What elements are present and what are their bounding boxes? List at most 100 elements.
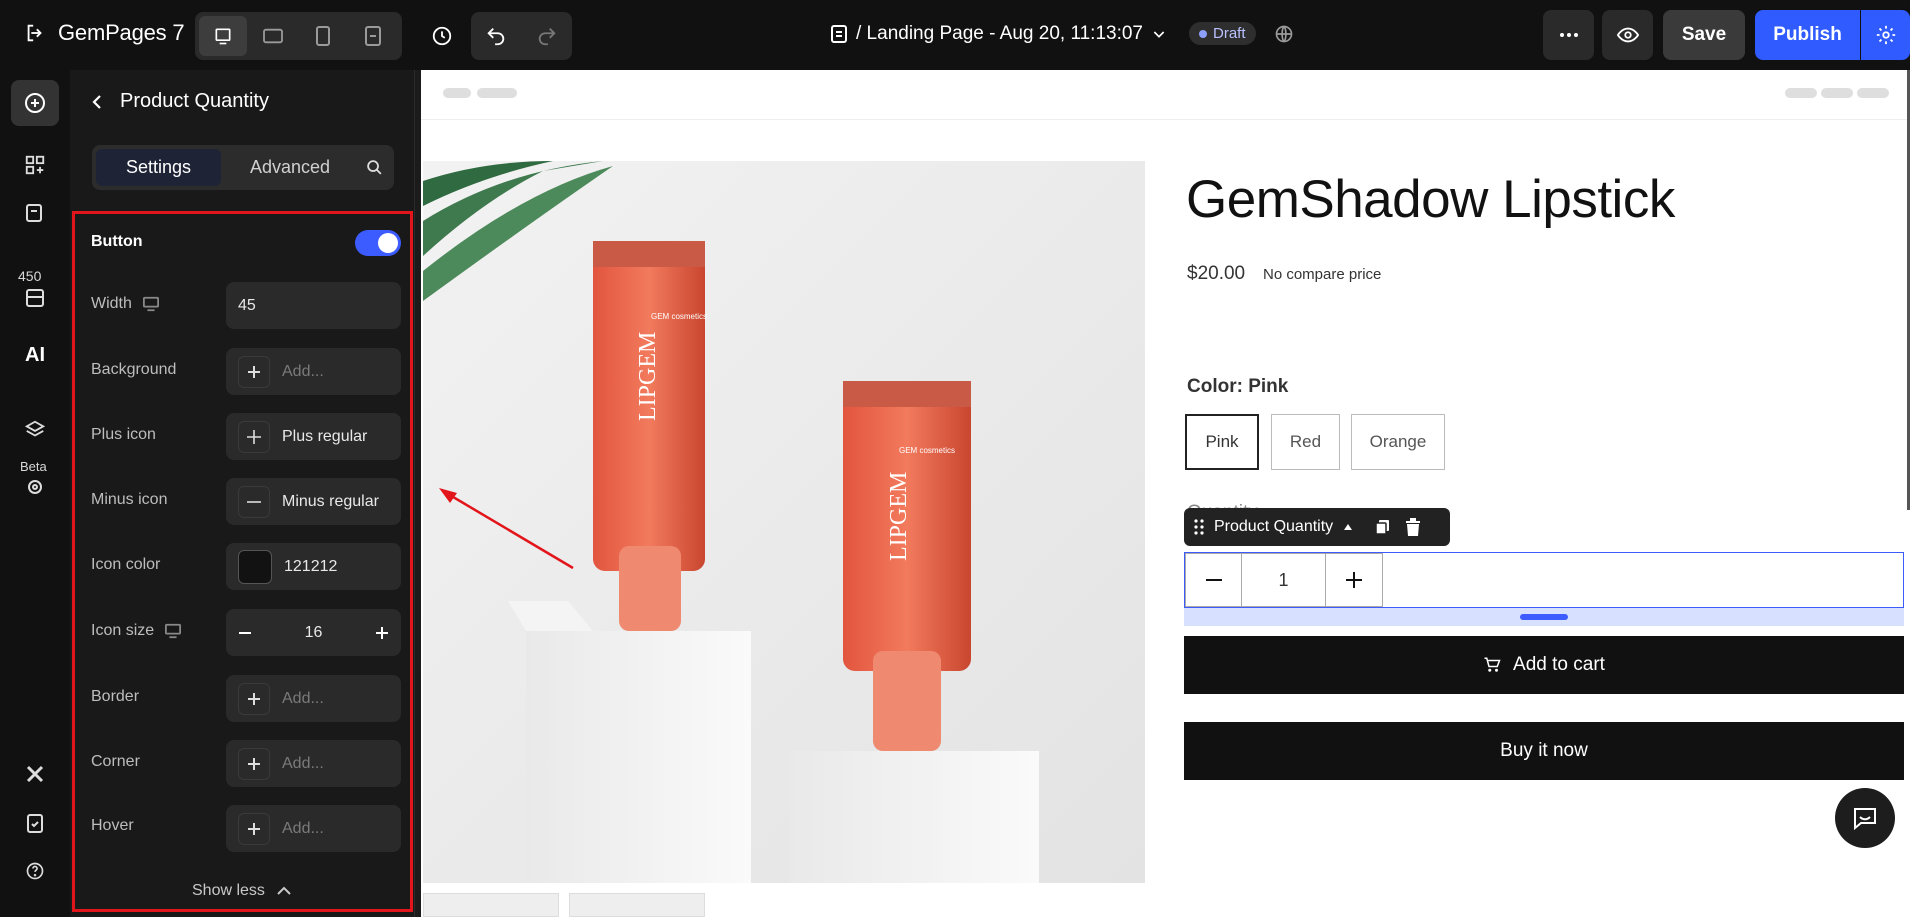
page-title[interactable]: / Landing Page - Aug 20, 11:13:07 Draft xyxy=(830,22,1294,45)
more-button[interactable] xyxy=(1543,10,1594,60)
product-thumbnail[interactable] xyxy=(423,893,559,917)
product-thumbnail[interactable] xyxy=(569,893,705,917)
color-swatch[interactable] xyxy=(238,549,272,584)
variant-pink[interactable]: Pink xyxy=(1185,414,1259,470)
sections-button[interactable] xyxy=(11,142,59,188)
help-button[interactable] xyxy=(11,848,59,894)
minus-icon-picker[interactable]: Minus regular xyxy=(226,478,401,525)
redo-icon[interactable] xyxy=(536,25,558,47)
product-title: GemShadow Lipstick xyxy=(1186,170,1675,229)
color-label: Color: Pink xyxy=(1187,376,1289,397)
tab-advanced[interactable]: Advanced xyxy=(221,149,359,186)
desktop-icon[interactable] xyxy=(142,296,160,312)
trash-icon[interactable] xyxy=(1405,518,1421,536)
layout-icon xyxy=(24,154,46,176)
caret-up-icon[interactable] xyxy=(1343,523,1353,531)
tablet-landscape-device-button[interactable] xyxy=(249,16,297,56)
drag-handle-icon[interactable] xyxy=(1194,519,1204,535)
desktop-icon xyxy=(213,26,233,46)
history-button[interactable] xyxy=(420,14,464,58)
pin-settings-icon xyxy=(25,478,45,500)
pages-icon xyxy=(25,202,45,224)
plus-icon xyxy=(238,812,270,845)
width-input[interactable]: 45 xyxy=(226,282,401,329)
icon-size-label-text: Icon size xyxy=(91,622,155,639)
background-add-field[interactable]: Add... xyxy=(226,348,401,395)
plus-icon xyxy=(238,420,270,453)
quantity-input[interactable]: 1 xyxy=(1241,553,1326,607)
button-toggle[interactable] xyxy=(355,230,401,256)
product-price: $20.00 xyxy=(1187,263,1246,284)
quantity-selector: 1 xyxy=(1184,552,1904,608)
layers-button[interactable] xyxy=(11,407,59,453)
preview-button[interactable] xyxy=(1602,10,1653,60)
add-to-cart-button[interactable]: Add to cart xyxy=(1184,636,1904,694)
border-add-field[interactable]: Add... xyxy=(226,675,401,722)
custom-device-button[interactable] xyxy=(349,16,397,56)
tab-settings[interactable]: Settings xyxy=(96,149,221,186)
library-button[interactable] xyxy=(11,275,59,321)
panel-search-button[interactable] xyxy=(359,149,389,186)
app-logo[interactable]: GemPages 7 xyxy=(24,20,185,46)
icon-color-value: 121212 xyxy=(284,557,338,575)
desktop-icon[interactable] xyxy=(164,623,182,639)
header-placeholder xyxy=(421,70,1910,120)
minus-icon[interactable] xyxy=(238,626,252,640)
width-value: 45 xyxy=(238,296,256,314)
status-text: Draft xyxy=(1213,25,1246,42)
cart-icon xyxy=(1483,656,1501,674)
back-icon[interactable] xyxy=(90,94,104,110)
location-button[interactable] xyxy=(11,466,59,512)
skeleton-bar xyxy=(1785,88,1817,98)
x-apps-button[interactable] xyxy=(11,751,59,797)
chevron-down-icon[interactable] xyxy=(1151,26,1167,42)
quantity-plus-button[interactable] xyxy=(1325,553,1383,607)
exit-icon[interactable] xyxy=(24,22,46,44)
history-icon xyxy=(431,25,453,47)
corner-add-field[interactable]: Add... xyxy=(226,740,401,787)
plus-icon-picker[interactable]: Plus regular xyxy=(226,413,401,460)
show-less-label: Show less xyxy=(192,882,265,899)
save-button[interactable]: Save xyxy=(1663,10,1745,60)
page-icon xyxy=(830,24,848,44)
skeleton-bar xyxy=(1857,88,1889,98)
undo-icon[interactable] xyxy=(485,25,507,47)
skeleton-bar xyxy=(477,88,517,98)
duplicate-icon[interactable] xyxy=(1375,519,1391,535)
globe-icon[interactable] xyxy=(1274,24,1294,44)
plus-icon[interactable] xyxy=(375,626,389,640)
buy-now-button[interactable]: Buy it now xyxy=(1184,722,1904,780)
editor-canvas: LIPGEM LIPGEM GEM cosmetics GEM cosmetic… xyxy=(421,70,1910,917)
quantity-minus-button[interactable] xyxy=(1185,553,1242,607)
plus-icon-label: Plus icon xyxy=(91,426,156,443)
checklist-button[interactable] xyxy=(11,800,59,846)
pages-button[interactable] xyxy=(11,190,59,236)
ai-button[interactable]: AI xyxy=(11,332,59,378)
chat-launcher[interactable] xyxy=(1835,788,1895,848)
icon-size-stepper[interactable]: 16 xyxy=(226,609,401,656)
resize-handle-bar[interactable] xyxy=(1520,614,1568,620)
mobile-device-button[interactable] xyxy=(299,16,347,56)
variant-orange[interactable]: Orange xyxy=(1351,414,1445,470)
chevron-up-icon xyxy=(277,886,291,896)
variant-red[interactable]: Red xyxy=(1271,414,1340,470)
add-to-cart-label: Add to cart xyxy=(1513,654,1605,675)
add-element-button[interactable] xyxy=(11,80,59,126)
publish-button[interactable]: Publish xyxy=(1755,10,1860,60)
desktop-device-button[interactable] xyxy=(199,16,247,56)
element-tag-label: Product Quantity xyxy=(1214,518,1334,535)
left-rail: 450 AI Beta xyxy=(0,70,70,917)
panel-tabs: Settings Advanced xyxy=(92,145,394,190)
product-image[interactable]: LIPGEM LIPGEM GEM cosmetics GEM cosmetic… xyxy=(423,161,1145,883)
element-toolbar[interactable]: Product Quantity xyxy=(1184,508,1450,546)
background-label: Background xyxy=(91,361,177,378)
icon-color-picker[interactable]: 121212 xyxy=(226,543,401,590)
chat-icon xyxy=(1852,806,1878,830)
page-settings-button[interactable] xyxy=(1861,10,1910,60)
corner-label: Corner xyxy=(91,753,140,770)
resize-handle[interactable] xyxy=(1184,608,1904,626)
icon-color-label: Icon color xyxy=(91,556,161,573)
plus-icon-value: Plus regular xyxy=(282,427,368,445)
show-less-button[interactable]: Show less xyxy=(192,882,291,900)
hover-add-field[interactable]: Add... xyxy=(226,805,401,852)
